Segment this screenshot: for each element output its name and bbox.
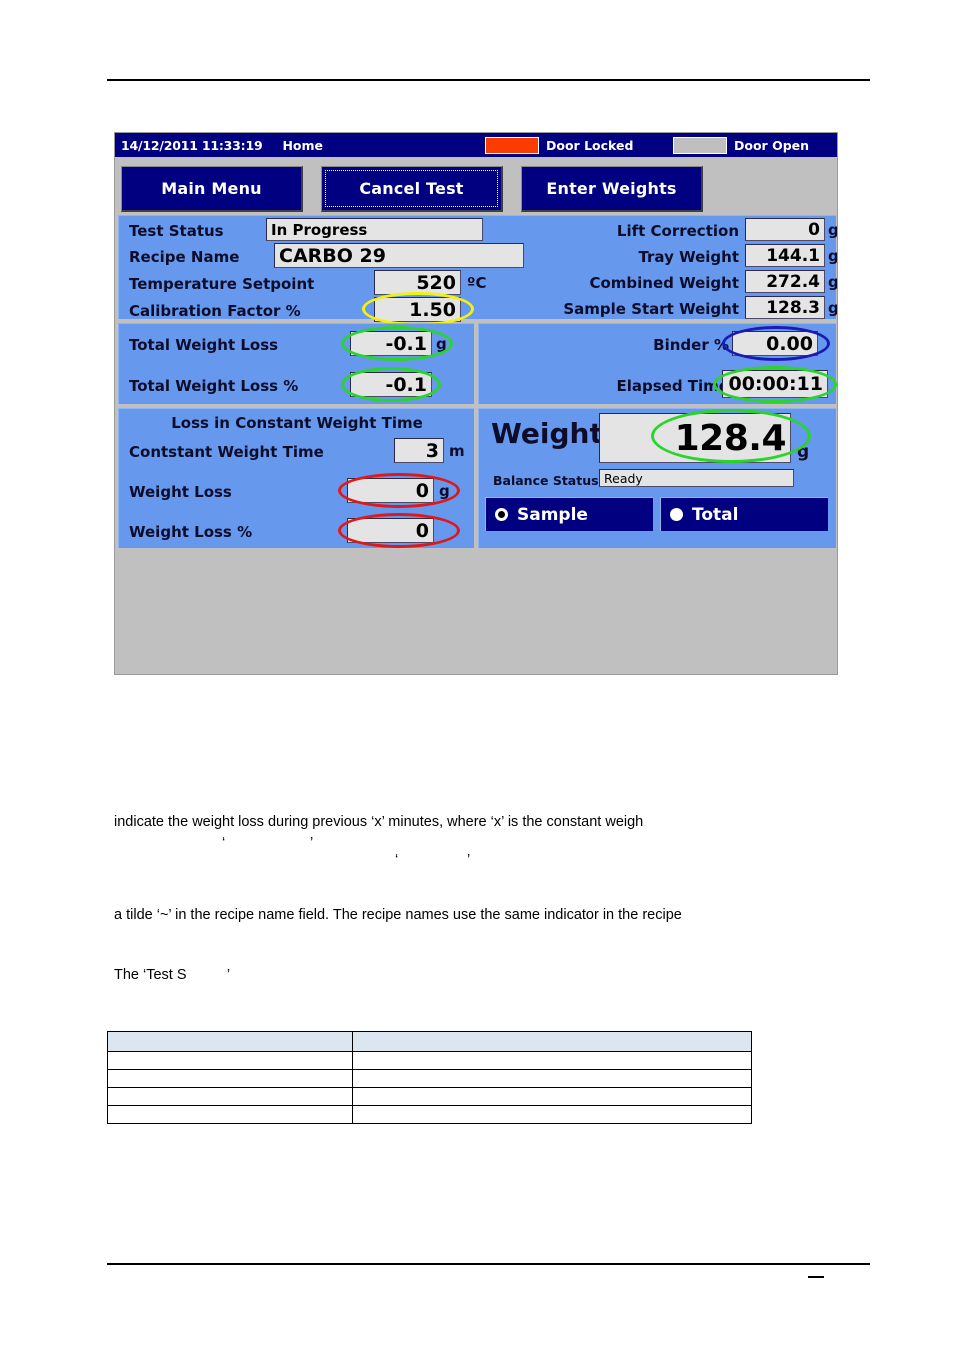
constant-weight-loss-panel: Loss in Constant Weight Time Contstant W…	[118, 408, 474, 548]
page-footer-mark	[808, 1276, 824, 1278]
total-weight-loss-panel: Total Weight Loss -0.1 g Total Weight Lo…	[118, 323, 474, 404]
calibration-factor-label: Calibration Factor %	[129, 302, 301, 320]
stray-quote-mark-4: ’	[467, 852, 471, 868]
table-cell	[352, 1105, 752, 1124]
weight-loss-field: 0	[347, 478, 434, 503]
temperature-setpoint-unit: ºC	[467, 274, 487, 292]
table-cell	[352, 1051, 752, 1070]
body-paragraph-3: The ‘Test S ’	[114, 967, 231, 983]
stray-quote-mark-2: ’	[310, 835, 314, 851]
table-cell	[107, 1087, 353, 1106]
table-header-cell-2	[352, 1031, 752, 1052]
elapsed-time-label: Elapsed Time	[616, 377, 730, 395]
binder-elapsed-panel: Binder % 0.00 Elapsed Time 00:00:11	[478, 323, 837, 404]
weight-loss-unit: g	[439, 482, 450, 500]
table-row	[107, 1051, 752, 1070]
sample-start-weight-unit: g	[828, 299, 838, 317]
test-status-field: In Progress	[266, 218, 483, 241]
cancel-test-button[interactable]: Cancel Test	[321, 166, 503, 212]
enter-weights-button-label: Enter Weights	[546, 179, 677, 198]
body-paragraph-1: indicate the weight loss during previous…	[114, 814, 644, 830]
door-locked-swatch-icon	[485, 136, 539, 154]
elapsed-time-field: 00:00:11	[722, 370, 828, 398]
total-weight-loss-pct-field: -0.1	[350, 372, 432, 397]
door-locked-label: Door Locked	[546, 137, 634, 153]
page-header-rule	[107, 79, 870, 81]
total-weight-loss-unit: g	[436, 335, 447, 353]
combined-weight-unit: g	[828, 273, 838, 291]
total-weight-loss-label: Total Weight Loss	[129, 336, 279, 354]
balance-weight-panel: Weight 128.4 g Balance Status Ready Samp…	[478, 408, 836, 548]
table-header-row	[107, 1031, 752, 1052]
balance-status-label: Balance Status	[493, 473, 599, 488]
temperature-setpoint-field[interactable]: 520	[374, 270, 461, 295]
lift-correction-unit: g	[828, 221, 838, 239]
body-paragraph-2: a tilde ‘~’ in the recipe name field. Th…	[114, 907, 682, 923]
constant-weight-time-label: Contstant Weight Time	[129, 443, 324, 461]
weight-display-unit: g	[797, 442, 810, 462]
table-cell	[352, 1069, 752, 1088]
tray-weight-unit: g	[828, 247, 838, 265]
weight-heading-label: Weight	[491, 417, 603, 450]
radio-unselected-icon	[670, 508, 683, 521]
constant-weight-time-field[interactable]: 3	[394, 438, 444, 463]
table-cell	[107, 1051, 353, 1070]
calibration-factor-field[interactable]: 1.50	[374, 297, 461, 322]
lift-correction-field: 0	[745, 218, 825, 241]
main-menu-button[interactable]: Main Menu	[121, 166, 303, 212]
table-header-cell-1	[107, 1031, 353, 1052]
combined-weight-label: Combined Weight	[589, 274, 739, 292]
weight-loss-pct-field: 0	[347, 518, 434, 543]
hmi-screenshot-figure: 14/12/2011 11:33:19 Home Door Locked Doo…	[114, 132, 838, 675]
test-info-panel: Test Status In Progress Recipe Name CARB…	[118, 215, 838, 326]
hmi-button-bar: Main Menu Cancel Test Enter Weights	[115, 157, 837, 213]
door-open-indicator: Door Open	[673, 136, 810, 154]
recipe-name-label: Recipe Name	[129, 248, 240, 266]
recipe-name-field[interactable]: CARBO 29	[274, 243, 524, 268]
balance-status-field: Ready	[599, 469, 794, 487]
door-open-label: Door Open	[734, 137, 810, 153]
weight-loss-label: Weight Loss	[129, 483, 232, 501]
radio-sample-label: Sample	[517, 504, 588, 525]
radio-sample[interactable]: Sample	[485, 497, 653, 531]
sample-start-weight-field: 128.3	[745, 296, 825, 319]
table-row	[107, 1069, 752, 1088]
door-locked-indicator: Door Locked	[485, 136, 634, 154]
binder-pct-field: 0.00	[732, 331, 818, 356]
stray-quote-mark-1: ‘	[222, 835, 226, 851]
combined-weight-field: 272.4	[745, 270, 825, 293]
table-row	[107, 1105, 752, 1124]
weight-display-field: 128.4	[599, 413, 791, 463]
table-cell	[107, 1069, 353, 1088]
datetime-label: 14/12/2011 11:33:19	[121, 137, 263, 153]
page-footer-rule	[107, 1263, 870, 1265]
stray-quote-mark-3: ‘	[395, 852, 399, 868]
tray-weight-label: Tray Weight	[638, 248, 739, 266]
main-menu-button-label: Main Menu	[161, 179, 262, 198]
document-table	[107, 1031, 752, 1124]
constant-weight-time-unit: m	[449, 442, 465, 460]
test-status-label: Test Status	[129, 222, 224, 240]
radio-total-label: Total	[692, 504, 739, 525]
door-open-swatch-icon	[673, 136, 727, 154]
temperature-setpoint-label: Temperature Setpoint	[129, 275, 315, 293]
sample-start-weight-label: Sample Start Weight	[563, 300, 739, 318]
radio-selected-icon	[495, 508, 508, 521]
total-weight-loss-pct-label: Total Weight Loss %	[129, 377, 299, 395]
radio-total[interactable]: Total	[660, 497, 828, 531]
lift-correction-label: Lift Correction	[616, 222, 739, 240]
table-cell	[352, 1087, 752, 1106]
total-weight-loss-field: -0.1	[350, 331, 432, 356]
loss-in-constant-weight-time-title: Loss in Constant Weight Time	[171, 414, 423, 432]
table-cell	[107, 1105, 353, 1124]
tray-weight-field: 144.1	[745, 244, 825, 267]
table-row	[107, 1087, 752, 1106]
focus-ring	[325, 170, 498, 207]
hmi-title-bar: 14/12/2011 11:33:19 Home Door Locked Doo…	[115, 133, 837, 157]
screen-name-label: Home	[282, 137, 324, 153]
binder-pct-label: Binder %	[653, 336, 729, 354]
enter-weights-button[interactable]: Enter Weights	[521, 166, 703, 212]
weight-loss-pct-label: Weight Loss %	[129, 523, 253, 541]
